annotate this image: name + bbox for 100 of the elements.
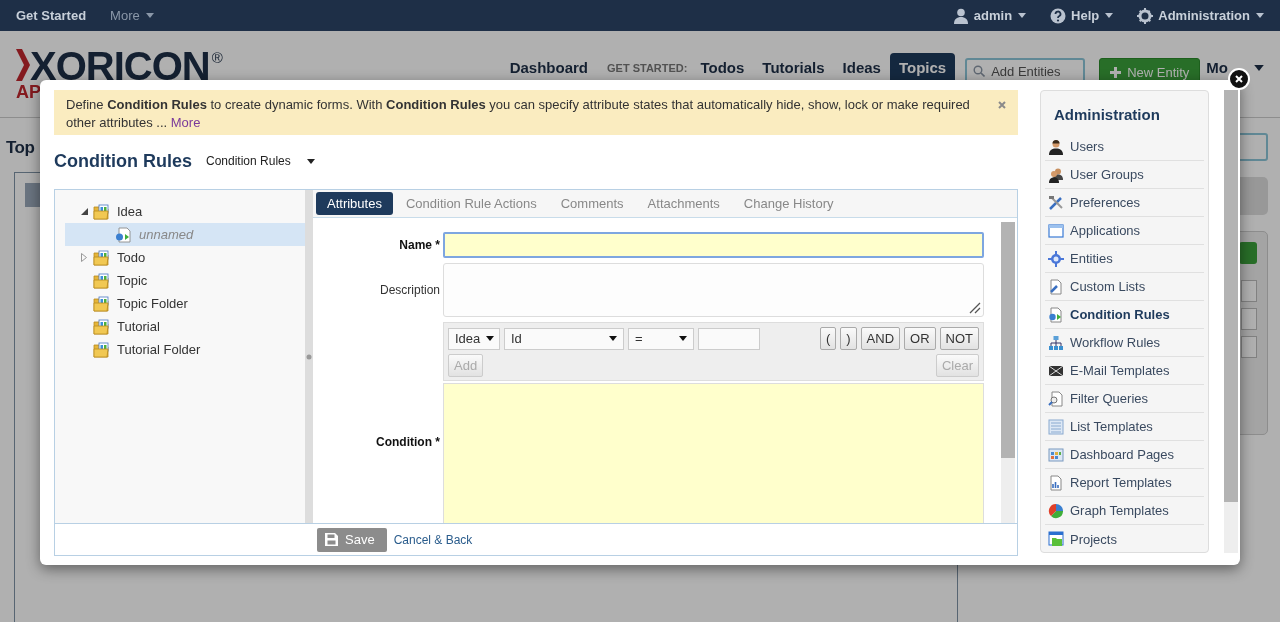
caret-icon <box>145 13 154 18</box>
gear-icon <box>1048 250 1064 267</box>
sidebar-heading: Administration <box>1054 105 1161 125</box>
folder-icon <box>93 203 111 220</box>
tree-item[interactable]: Tutorial <box>65 315 305 338</box>
folder-icon <box>93 272 111 289</box>
resize-grip-icon <box>969 302 981 314</box>
more-link[interactable]: More <box>170 115 201 130</box>
person-icon <box>952 7 969 24</box>
sidebar-item[interactable]: Custom Lists <box>1045 273 1204 301</box>
tools-icon <box>1048 194 1064 211</box>
sidebar-item[interactable]: Graph Templates <box>1045 497 1204 525</box>
nav-label: GET STARTED: <box>606 62 689 76</box>
folder-icon <box>93 295 111 312</box>
person-icon <box>1048 138 1064 155</box>
tab[interactable]: Attributes <box>316 192 393 215</box>
sidebar-item[interactable]: Report Templates <box>1045 469 1204 497</box>
chevron-icon <box>16 49 30 81</box>
name-field[interactable] <box>443 232 984 258</box>
gear-icon <box>1137 7 1154 24</box>
nav-tab[interactable]: Ideas <box>833 53 890 80</box>
menu-link[interactable]: Get Started <box>16 8 87 23</box>
menu-link[interactable]: Mo <box>1206 59 1228 76</box>
field-label: Description <box>378 282 440 297</box>
cancel-link[interactable]: Cancel & Back <box>393 532 473 547</box>
document-icon <box>1048 278 1064 295</box>
document-icon <box>115 226 133 243</box>
dropdown[interactable] <box>1241 280 1257 302</box>
page-title: Top <box>6 138 36 158</box>
scrollbar[interactable] <box>1001 222 1015 523</box>
view-dropdown[interactable]: Condition Rules <box>204 154 317 168</box>
bar-chart-icon <box>1048 474 1064 491</box>
sidebar-item[interactable]: Dashboard Pages <box>1045 441 1204 469</box>
document-icon <box>1048 306 1064 323</box>
caret-icon <box>1256 13 1264 18</box>
nav-tab[interactable]: Topics <box>889 53 956 80</box>
folder-icon <box>93 318 111 335</box>
dropdown[interactable]: Idea <box>448 327 500 350</box>
people-icon <box>1048 166 1064 183</box>
sidebar-item[interactable]: Applications <box>1045 217 1204 245</box>
dropdown[interactable] <box>1241 308 1257 330</box>
menu-link[interactable]: Administration <box>1137 7 1264 24</box>
tree-item[interactable]: Topic Folder <box>65 292 305 315</box>
tree-item[interactable]: Topic <box>65 269 305 292</box>
operator-button[interactable]: AND <box>860 327 901 350</box>
nav-tab[interactable]: Dashboard <box>500 53 597 80</box>
grip-dot-icon <box>306 353 312 360</box>
registered-mark: ® <box>211 49 223 66</box>
caret-icon <box>1105 13 1114 18</box>
nav-tab[interactable]: Todos <box>691 53 754 80</box>
menu-link[interactable]: More <box>110 8 154 23</box>
operator-button[interactable]: ( <box>819 327 837 350</box>
close-icon <box>1235 75 1243 83</box>
tree-item[interactable]: Idea <box>65 200 305 223</box>
caret-icon <box>609 336 617 341</box>
sidebar-item[interactable]: E-Mail Templates <box>1045 357 1204 385</box>
logo-text: XORICON <box>30 49 210 83</box>
caret-icon <box>306 158 315 164</box>
sidebar-item[interactable]: Condition Rules <box>1045 301 1204 329</box>
sidebar-item[interactable]: List Templates <box>1045 413 1204 441</box>
splitter[interactable] <box>305 190 313 523</box>
folder-icon <box>93 249 111 266</box>
caret-icon <box>486 336 495 341</box>
sidebar-item[interactable]: User Groups <box>1045 161 1204 189</box>
value-field[interactable] <box>698 327 760 350</box>
dropdown[interactable]: = <box>628 327 694 350</box>
operator-button[interactable]: ) <box>840 327 857 350</box>
dropdown[interactable] <box>1241 336 1257 358</box>
pie-chart-icon <box>1048 502 1064 519</box>
sidebar-item[interactable]: Projects <box>1045 525 1204 552</box>
tree-item[interactable]: Todo <box>65 246 305 269</box>
folder-icon <box>1048 531 1064 547</box>
dialog-title: Condition Rules <box>54 150 192 173</box>
operator-button[interactable]: OR <box>904 327 936 350</box>
sidebar-item[interactable]: Filter Queries <box>1045 385 1204 413</box>
condition-field[interactable] <box>443 383 984 523</box>
window-icon <box>1048 222 1064 239</box>
operator-button[interactable]: NOT <box>939 327 979 350</box>
logo-subtitle: AP <box>16 83 42 101</box>
help-icon <box>1050 7 1067 24</box>
grid-icon <box>1048 446 1064 463</box>
sidebar-item[interactable]: Workflow Rules <box>1045 329 1204 357</box>
nav-tab[interactable]: Tutorials <box>753 53 834 80</box>
field-label: Name * <box>398 238 440 252</box>
menu-link[interactable]: admin <box>952 7 1027 24</box>
field-label: Condition * <box>375 435 440 449</box>
sidebar-item[interactable]: Entities <box>1045 245 1204 273</box>
list-icon <box>1048 418 1064 435</box>
hierarchy-icon <box>1048 334 1064 351</box>
sidebar-item[interactable]: Users <box>1045 133 1204 161</box>
scrollbar-thumb[interactable] <box>1001 222 1015 458</box>
tree-item[interactable]: Tutorial Folder <box>65 338 305 361</box>
document-search-icon <box>1048 390 1064 407</box>
folder-icon <box>93 341 111 358</box>
close-icon <box>998 101 1006 109</box>
menu-link[interactable]: Help <box>1050 7 1114 24</box>
plus-icon <box>1110 66 1122 78</box>
dropdown[interactable]: Id <box>504 327 624 350</box>
description-field[interactable] <box>443 263 984 317</box>
sidebar-item[interactable]: Preferences <box>1045 189 1204 217</box>
